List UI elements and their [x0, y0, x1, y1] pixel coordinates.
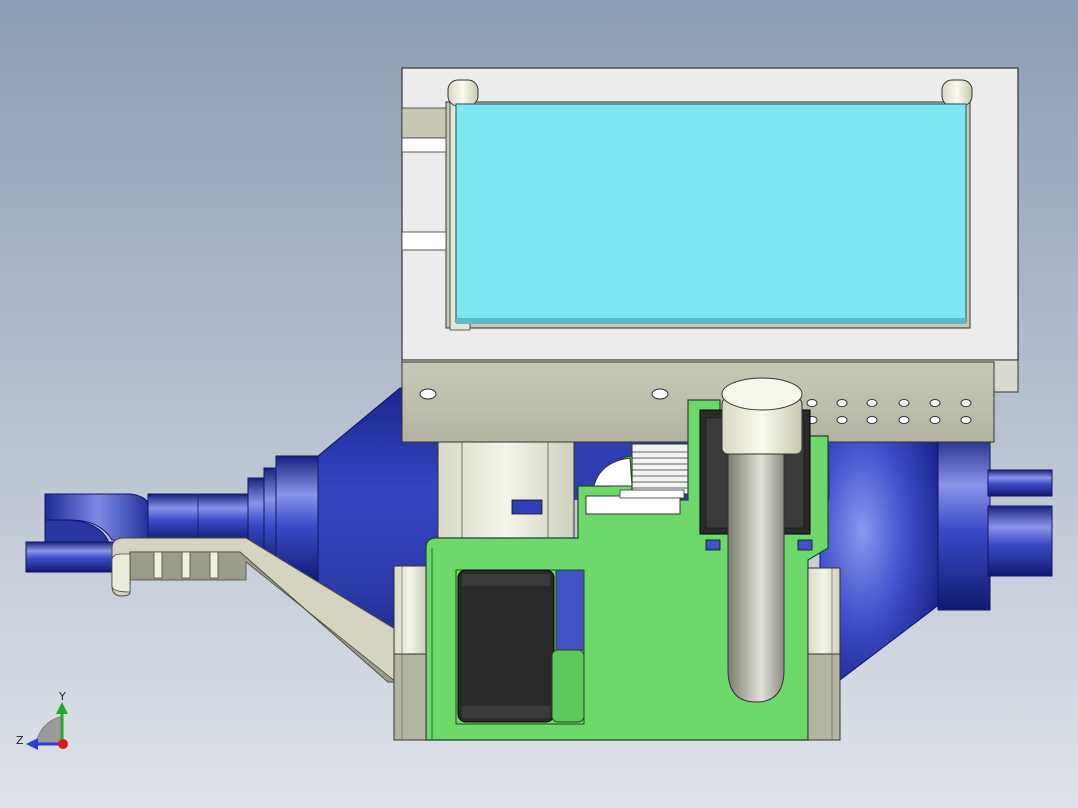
- mount-hole-center: [651, 388, 669, 400]
- triad-z-label: Z: [16, 734, 24, 747]
- connector-housing[interactable]: [437, 441, 575, 541]
- lcd-frame-assembly[interactable]: [401, 67, 1019, 393]
- connector-slot: [511, 499, 543, 515]
- side-post-right[interactable]: [807, 567, 841, 741]
- triad-y-label: Y: [58, 690, 66, 703]
- standoff-right: [941, 79, 973, 107]
- triad-x-dot: [58, 739, 68, 749]
- mount-hole-left: [419, 388, 437, 400]
- duct-right-cap[interactable]: [937, 431, 991, 611]
- guide-rib-3: [209, 551, 219, 579]
- standoff-left: [447, 79, 479, 107]
- side-post-left[interactable]: [393, 565, 427, 741]
- outlet-pipe-bottom[interactable]: [987, 505, 1053, 577]
- cad-model-canvas[interactable]: Y Z: [0, 0, 1078, 808]
- lcd-screen[interactable]: [455, 103, 967, 323]
- cad-model-viewport[interactable]: Y Z: [0, 0, 1078, 808]
- cooling-fan[interactable]: [455, 569, 585, 725]
- duct-shaft[interactable]: [147, 493, 251, 543]
- heatsink-fins: [631, 443, 691, 495]
- guide-rib-1: [153, 551, 163, 579]
- guide-rib-2: [181, 551, 191, 579]
- board-header-strip: [585, 495, 681, 515]
- duct-left-flange[interactable]: [25, 541, 117, 573]
- outlet-pipe-top[interactable]: [987, 469, 1053, 497]
